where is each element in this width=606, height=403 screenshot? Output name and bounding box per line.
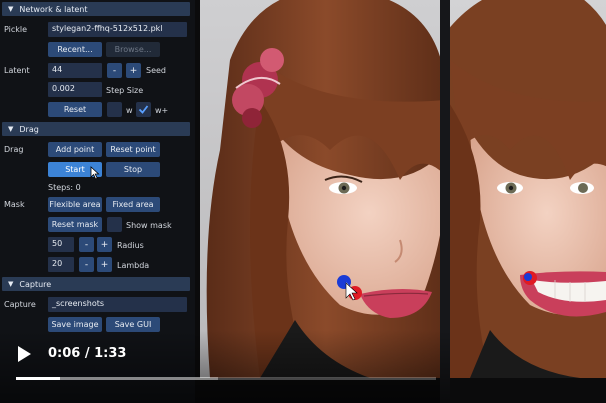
w-label: w (126, 106, 133, 115)
play-icon[interactable] (16, 345, 32, 363)
seed-input[interactable]: 44 (48, 63, 102, 78)
pickle-input[interactable]: stylegan2-ffhq-512x512.pkl (48, 22, 187, 37)
section-header-capture[interactable]: ▼ Capture (2, 277, 190, 291)
checkmark-icon (138, 105, 149, 114)
w-checkbox[interactable] (107, 102, 122, 117)
portrait-illustration (200, 0, 440, 378)
add-point-button[interactable]: Add point (48, 142, 102, 157)
drag-canvas-image[interactable] (200, 0, 440, 378)
target-point-marker (524, 273, 532, 281)
video-controls (0, 330, 450, 403)
radius-label: Radius (117, 241, 144, 250)
seed-decrement-button[interactable]: - (107, 63, 122, 78)
progress-played (16, 377, 61, 380)
step-size-label: Step Size (106, 86, 144, 95)
radius-input[interactable]: 50 (48, 237, 74, 252)
drag-label: Drag (4, 145, 24, 154)
lambda-increment-button[interactable]: + (97, 257, 112, 272)
video-progress-bar[interactable] (16, 377, 436, 380)
show-mask-label: Show mask (126, 221, 172, 230)
capture-label: Capture (4, 300, 36, 309)
steps-counter: Steps: 0 (48, 183, 81, 192)
recent-button[interactable]: Recent... (48, 42, 102, 57)
portrait-smiling-illustration (450, 0, 606, 378)
mouse-cursor-icon (90, 166, 100, 180)
fixed-area-button[interactable]: Fixed area (106, 197, 160, 212)
mask-label: Mask (4, 200, 25, 209)
lambda-input[interactable]: 20 (48, 257, 74, 272)
collapse-triangle-icon: ▼ (8, 124, 14, 133)
browse-button[interactable]: Browse... (106, 42, 160, 57)
lambda-label: Lambda (117, 261, 150, 270)
show-mask-checkbox[interactable] (107, 217, 122, 232)
wplus-checkbox[interactable] (136, 102, 151, 117)
collapse-triangle-icon: ▼ (8, 4, 14, 13)
lambda-decrement-button[interactable]: - (79, 257, 94, 272)
pickle-label: Pickle (4, 25, 28, 34)
seed-label: Seed (146, 66, 166, 75)
result-image (450, 0, 606, 378)
section-title: Network & latent (19, 4, 88, 14)
video-time-display: 0:06 / 1:33 (48, 346, 127, 361)
reset-button[interactable]: Reset (48, 102, 102, 117)
reset-point-button[interactable]: Reset point (106, 142, 160, 157)
latent-label: Latent (4, 66, 30, 75)
section-title: Capture (19, 279, 52, 289)
section-header-drag[interactable]: ▼ Drag (2, 122, 190, 136)
stop-button[interactable]: Stop (106, 162, 160, 177)
reset-mask-button[interactable]: Reset mask (48, 217, 102, 232)
seed-increment-button[interactable]: + (126, 63, 141, 78)
flexible-area-button[interactable]: Flexible area (48, 197, 102, 212)
wplus-label: w+ (155, 106, 169, 115)
section-title: Drag (19, 124, 39, 134)
section-header-network[interactable]: ▼ Network & latent (2, 2, 190, 16)
collapse-triangle-icon: ▼ (8, 279, 14, 288)
step-size-input[interactable]: 0.002 (48, 82, 102, 97)
radius-decrement-button[interactable]: - (79, 237, 94, 252)
radius-increment-button[interactable]: + (97, 237, 112, 252)
capture-path-input[interactable]: _screenshots (48, 297, 187, 312)
